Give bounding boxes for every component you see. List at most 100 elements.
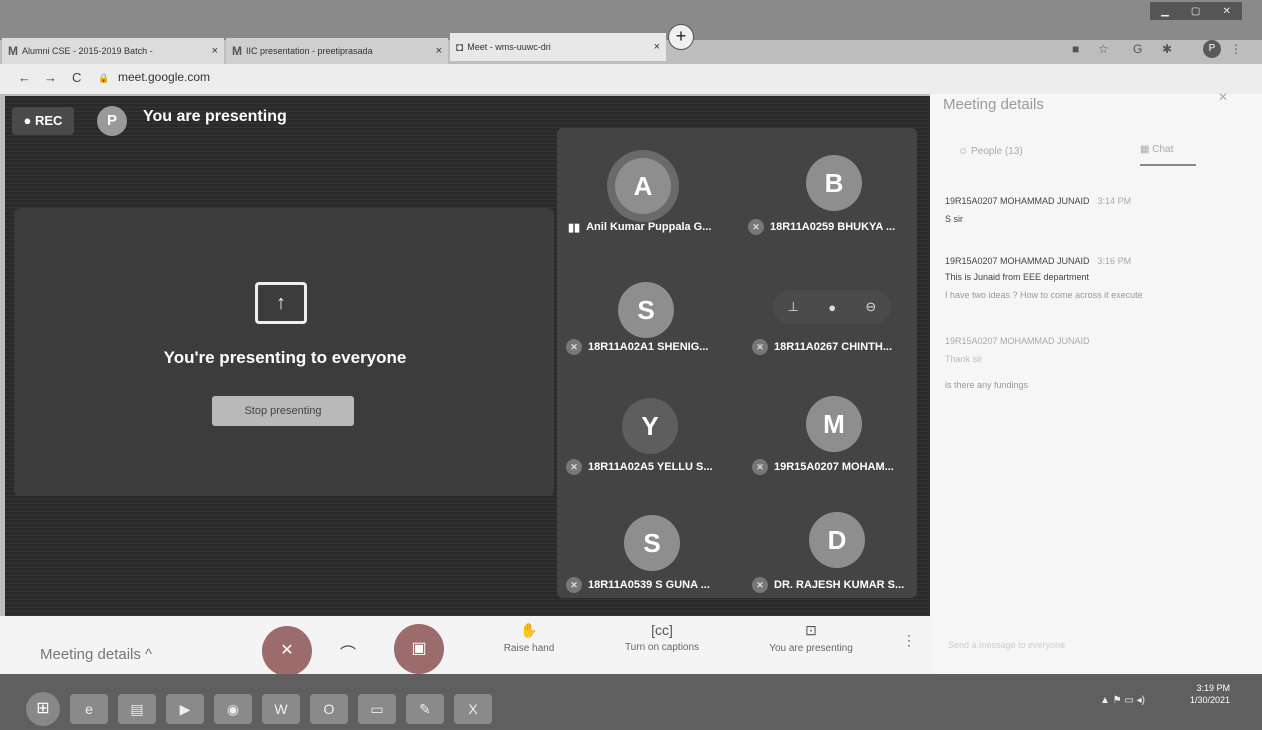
chat-icon: ▦ [1140,144,1153,155]
hand-icon: ✋ [520,622,538,638]
chat-message-text: Thank sir [945,354,983,364]
camera-icon[interactable]: ■ [1072,42,1079,56]
close-tab-icon[interactable]: × [436,45,442,57]
mic-muted-icon: ✕ [752,459,768,475]
panel-title: Meeting details [943,96,1044,113]
word-icon[interactable]: W [262,694,300,724]
system-tray[interactable]: ▲ ⚑ ▭ ◂) [1100,695,1145,706]
participant-name-tag: ✕ DR. RAJESH KUMAR S... [752,576,904,594]
participant-name-tag: ✕ 18R11A0259 BHUKYA ... [748,218,895,236]
mic-muted-icon: ✕ [748,219,764,235]
forward-icon[interactable]: → [44,70,57,85]
remove-participant-icon[interactable]: ⊖ [865,299,876,315]
participant-avatar: M [806,396,862,452]
tab-title: Alumni CSE - 2015-2019 Batch - [22,46,153,56]
reload-icon[interactable]: C [72,70,81,85]
speaking-icon: ▮▮ [568,221,581,234]
raise-hand-label: Raise hand [503,643,555,654]
opera-icon[interactable]: O [310,694,348,724]
close-tab-icon[interactable]: × [654,41,660,53]
mic-off-button[interactable]: ✕ [262,626,312,676]
participant-name-tag: ✕ 18R11A0539 S GUNA ... [566,576,710,594]
menu-kebab-icon[interactable]: ⋮ [1230,42,1242,56]
file-explorer-icon[interactable]: ▤ [118,694,156,724]
participant-name: 18R11A0259 BHUKYA ... [770,221,896,233]
tab-iic-presentation[interactable]: M IIC presentation - preetiprasada × [226,38,448,64]
present-icon: ⊡ [805,622,817,638]
media-player-icon[interactable]: ▶ [166,694,204,724]
present-button[interactable]: ⊡ You are presenting [752,622,870,654]
participant-name-tag: ✕ 18R11A0267 CHINTH... [752,338,892,356]
participant-name-tag: ▮▮ Anil Kumar Puppala G... [568,218,711,236]
tab-chat[interactable]: ▦ Chat [1140,144,1196,166]
chat-message-text: is there any fundings [945,380,1029,390]
maximize-icon[interactable]: ▢ [1191,6,1200,17]
tab-alumni-cse[interactable]: M Alumni CSE - 2015-2019 Batch - × [2,38,224,64]
sender-name: 19R15A0207 MOHAMMAD JUNAID [945,256,1090,266]
captions-button[interactable]: [cc] Turn on captions [602,622,722,653]
close-tab-icon[interactable]: × [212,45,218,57]
close-panel-icon[interactable]: ✕ [1218,90,1228,104]
mic-muted-icon: ✕ [752,577,768,593]
pin-icon[interactable]: ⊥ [788,299,799,315]
new-tab-button[interactable]: + [668,24,694,50]
meet-icon: ◘ [456,40,464,54]
paint-icon[interactable]: ✎ [406,694,444,724]
tile-hover-controls[interactable]: ⊥ ● ⊖ [773,290,891,324]
close-window-icon[interactable]: ✕ [1223,6,1231,17]
participant-avatar: A [615,158,671,214]
chat-message-text: S sir [945,214,963,224]
more-options-icon[interactable]: ⋮ [902,632,916,649]
chat-message-sender: 19R15A0207 MOHAMMAD JUNAID [945,336,1090,346]
camera-off-icon: ▣ [411,640,427,657]
message-time: 3:16 PM [1097,256,1132,266]
participant-avatar: B [806,155,862,211]
participant-grid [557,128,917,598]
photos-icon[interactable]: ▭ [358,694,396,724]
participant-name: 18R11A0267 CHINTH... [774,341,892,353]
mic-muted-icon: ✕ [566,459,582,475]
leave-call-button[interactable]: ⌒ [340,640,356,664]
captions-icon: [cc] [651,622,673,638]
back-icon[interactable]: ← [18,70,31,85]
chrome-icon[interactable]: ◉ [214,694,252,724]
bookmark-star-icon[interactable]: ☆ [1098,42,1109,56]
start-button[interactable]: ⊞ [26,692,60,726]
tab-people[interactable]: ☺ People (13) [958,146,1023,157]
extensions-icon[interactable]: ✱ [1162,42,1172,56]
tab-meet[interactable]: ◘ Meet - wms-uuwc-dri × [450,33,666,61]
raise-hand-button[interactable]: ✋ Raise hand [494,622,564,654]
mic-off-icon: ✕ [280,642,294,659]
grammarly-icon[interactable]: G [1133,42,1142,56]
chat-message-text: I have two ideas ? How to come across it… [945,290,1143,300]
clock-time: 3:19 PM [1196,683,1231,693]
people-icon: ☺ [958,146,971,157]
camera-off-button[interactable]: ▣ [394,624,444,674]
lock-icon: 🔒 [98,73,110,83]
captions-label: Turn on captions [624,642,700,653]
participant-name: 18R11A02A1 SHENIG... [588,341,709,353]
participant-name: DR. RAJESH KUMAR S... [774,579,905,591]
internet-explorer-icon[interactable]: e [70,694,108,724]
participant-avatar: Y [622,398,678,454]
stop-presenting-button[interactable]: Stop presenting [212,396,354,426]
mic-muted-icon: ✕ [566,577,582,593]
presenting-label: You are presenting [143,108,287,125]
message-time: 3:14 PM [1097,196,1132,206]
mic-muted-icon: ✕ [566,339,582,355]
window-controls[interactable]: ▁ ▢ ✕ [1150,2,1242,20]
minimize-icon[interactable]: ▁ [1161,6,1169,17]
participant-avatar: S [624,515,680,571]
participant-name: 18R11A02A5 YELLU S... [588,461,713,473]
url-field[interactable]: meet.google.com [118,70,210,84]
meeting-details-button[interactable]: Meeting details ^ [40,646,152,663]
participant-avatar: S [618,282,674,338]
participant-name: 19R15A0207 MOHAM... [774,461,894,473]
system-clock[interactable]: 3:19 PM 1/30/2021 [1190,682,1230,706]
tab-chat-label: Chat [1152,144,1174,155]
chat-message-sender: 19R15A0207 MOHAMMAD JUNAID 3:16 PM [945,256,1131,266]
mute-participant-icon[interactable]: ● [828,300,836,315]
profile-avatar[interactable]: P [1203,40,1221,58]
chat-input[interactable]: Send a message to everyone [948,640,1065,650]
excel-icon[interactable]: X [454,694,492,724]
